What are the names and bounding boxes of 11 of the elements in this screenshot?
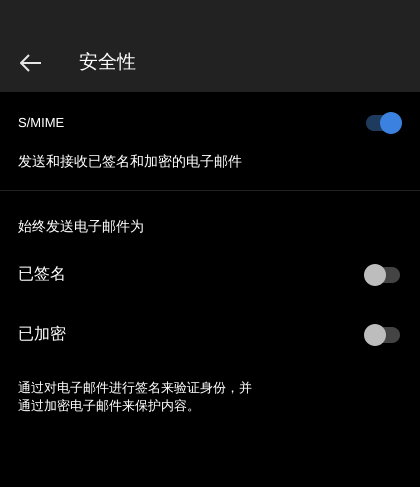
smime-label: S/MIME (18, 114, 64, 132)
option-label: 已签名 (18, 265, 66, 285)
option-label: 已加密 (18, 324, 66, 345)
smime-description: 发送和接收已签名和加密的电子邮件 (18, 152, 243, 171)
toggle-switch[interactable] (366, 115, 400, 131)
back-arrow-icon (20, 54, 42, 72)
toggle-switch[interactable] (366, 267, 400, 283)
footnote-text: 通过对电子邮件进行签名来验证身份，并通过加密电子邮件来保护内容。 (18, 379, 253, 415)
toggle-switch[interactable] (366, 327, 400, 343)
section-heading: 始终发送电子邮件为 (18, 217, 145, 236)
page-title: 安全性 (79, 51, 136, 75)
